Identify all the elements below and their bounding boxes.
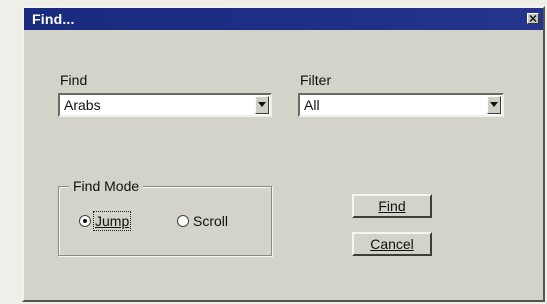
find-button-label: Find bbox=[378, 198, 406, 214]
find-dialog: Find... Find Arabs Filter All Find Mode bbox=[22, 6, 545, 302]
radio-scroll-circle[interactable] bbox=[177, 215, 189, 227]
chevron-down-icon bbox=[490, 102, 498, 107]
find-label: Find bbox=[60, 72, 88, 88]
radio-jump-label: Jump bbox=[92, 211, 132, 231]
radio-jump-circle[interactable] bbox=[79, 215, 91, 227]
title-bar[interactable]: Find... bbox=[24, 8, 543, 30]
find-button[interactable]: Find bbox=[352, 194, 432, 218]
filter-dropdown-button[interactable] bbox=[487, 96, 501, 114]
radio-selected-dot bbox=[83, 219, 87, 223]
filter-combo[interactable]: All bbox=[298, 93, 504, 117]
radio-scroll-label: Scroll bbox=[193, 213, 229, 229]
chevron-down-icon bbox=[258, 102, 266, 107]
find-value: Arabs bbox=[64, 97, 101, 113]
filter-value: All bbox=[304, 97, 320, 113]
find-dropdown-button[interactable] bbox=[255, 96, 269, 114]
filter-label: Filter bbox=[300, 72, 332, 88]
close-button[interactable] bbox=[527, 13, 539, 24]
close-icon bbox=[529, 15, 537, 22]
find-mode-group: Find Mode Jump Scroll bbox=[58, 178, 272, 256]
radio-scroll[interactable]: Scroll bbox=[177, 213, 228, 229]
find-combo[interactable]: Arabs bbox=[58, 93, 272, 117]
find-mode-label: Find Mode bbox=[69, 178, 144, 194]
window-title: Find... bbox=[32, 11, 75, 27]
radio-jump[interactable]: Jump bbox=[79, 211, 132, 231]
cancel-button[interactable]: Cancel bbox=[352, 232, 432, 256]
cancel-button-label: Cancel bbox=[370, 236, 414, 252]
